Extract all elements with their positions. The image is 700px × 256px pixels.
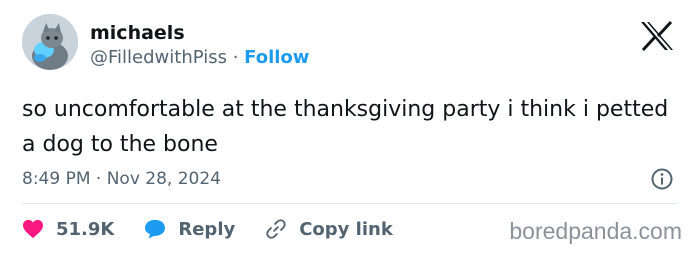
display-name[interactable]: michaels <box>90 22 185 44</box>
tweet-timestamp[interactable]: 8:49 PM · Nov 28, 2024 <box>22 168 221 190</box>
copy-link-label: Copy link <box>299 218 393 240</box>
handle-row: @FilledwithPiss · Follow <box>90 47 309 69</box>
watermark: boredpanda.com <box>509 218 682 244</box>
cat-avatar-image <box>22 14 78 70</box>
user-handle[interactable]: @FilledwithPiss <box>90 47 227 68</box>
link-icon <box>266 219 286 239</box>
info-icon[interactable] <box>650 167 674 191</box>
heart-icon <box>23 219 43 239</box>
reply-button[interactable]: Reply <box>144 219 235 240</box>
divider <box>22 203 678 204</box>
copy-link-button[interactable]: Copy link <box>265 218 393 240</box>
like-button[interactable]: 51.9K <box>22 219 114 240</box>
x-logo-icon[interactable] <box>638 20 676 52</box>
follow-button[interactable]: Follow <box>244 47 309 68</box>
speech-bubble-icon <box>145 219 166 239</box>
reply-label: Reply <box>178 218 236 240</box>
like-count: 51.9K <box>56 218 115 240</box>
action-bar: 51.9K Reply Copy link <box>22 217 423 241</box>
separator-dot: · <box>232 47 239 68</box>
tweet-text: so uncomfortable at the thanksgiving par… <box>22 97 669 157</box>
avatar[interactable] <box>22 14 78 70</box>
